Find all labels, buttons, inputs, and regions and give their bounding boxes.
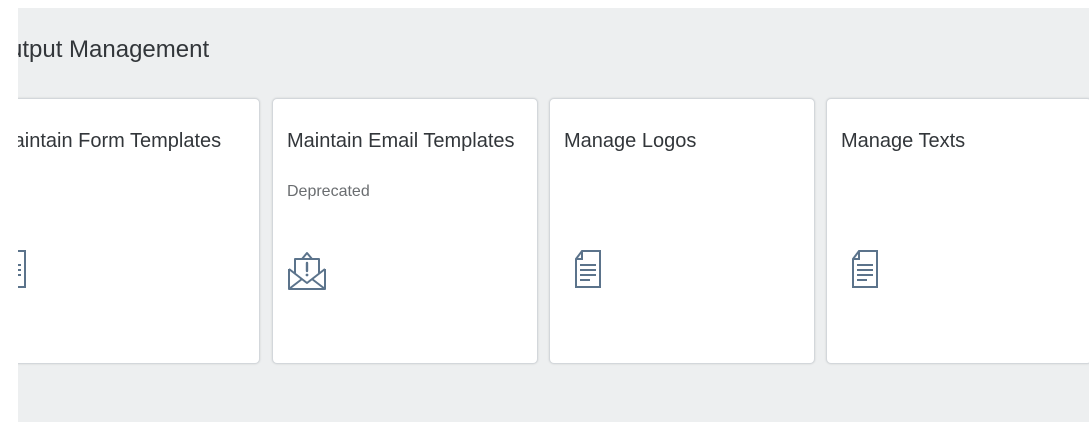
email-alert-icon <box>285 249 326 293</box>
tile-title: Maintain Form Templates <box>18 130 222 152</box>
tile-manage-texts[interactable]: Manage Texts <box>826 98 1089 364</box>
tile-maintain-form-templates[interactable]: Maintain Form Templates <box>18 98 260 364</box>
document-text-icon <box>572 249 612 293</box>
document-text-icon <box>18 249 37 293</box>
tile-manage-logos[interactable]: Manage Logos <box>549 98 815 364</box>
document-text-icon <box>849 249 889 293</box>
tile-title: Manage Logos <box>564 130 697 152</box>
group-panel: utput Management Maintain Form Templates… <box>18 8 1089 422</box>
tile-title: Maintain Email Templates <box>287 130 515 152</box>
tile-maintain-email-templates[interactable]: Maintain Email Templates Deprecated <box>272 98 538 364</box>
tile-subtitle: Deprecated <box>287 183 370 200</box>
group-title: utput Management <box>18 36 210 63</box>
tile-title: Manage Texts <box>841 130 966 152</box>
